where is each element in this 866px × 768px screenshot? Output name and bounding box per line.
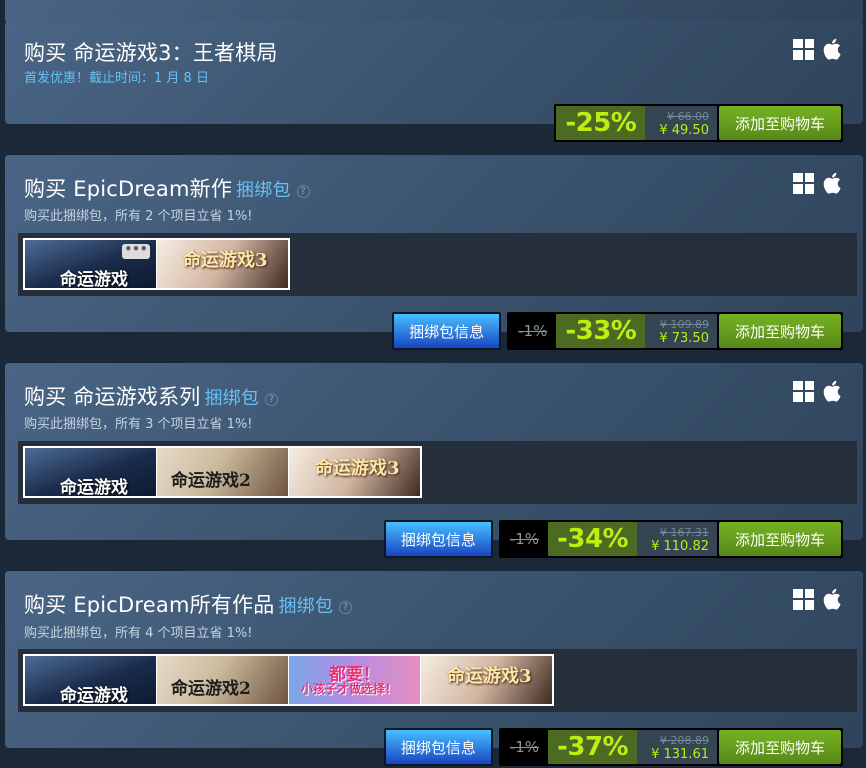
- add-to-cart-button[interactable]: 添加至购物车: [718, 522, 841, 556]
- price-stack: ¥ 208.89 ¥ 131.61: [637, 730, 717, 764]
- bundle-items-bar: 命运游戏 命运游戏2 命运游戏3: [18, 441, 857, 504]
- add-to-cart-button[interactable]: 添加至购物车: [718, 730, 841, 764]
- windows-icon: [793, 38, 814, 60]
- game-thumbnail[interactable]: 命运游戏2: [157, 448, 288, 496]
- game-thumbnail[interactable]: 命运游戏: [25, 656, 156, 704]
- bundle-card-all-works: 购买 EpicDream所有作品 捆绑包? 购买此捆绑包，所有 4 个项目立省 1…: [5, 571, 863, 766]
- bundle-info-button[interactable]: 捆绑包信息: [383, 728, 493, 766]
- bundle-discount-pct: -1%: [500, 730, 549, 764]
- discount-badge: -34%: [548, 522, 638, 556]
- game-thumbnail[interactable]: 都要！ 小孩子才做选择！: [289, 656, 420, 704]
- bundle-savings-text: 购买此捆绑包，所有 3 个项目立省 1%!: [24, 417, 253, 432]
- bundle-title: 购买 EpicDream所有作品 捆绑包?: [24, 589, 353, 619]
- price-stack: ¥ 109.89 ¥ 73.50: [645, 314, 717, 348]
- apple-icon: [823, 172, 841, 194]
- more-items-indicator[interactable]: •••: [122, 243, 150, 259]
- bundle-card-series: 购买 命运游戏系列 捆绑包? 购买此捆绑包，所有 3 个项目立省 1%! 命运游戏…: [5, 363, 863, 558]
- purchase-title: 购买 命运游戏3：王者棋局: [24, 41, 278, 65]
- game-thumbnail-subtitle: 小孩子才做选择！: [301, 682, 398, 696]
- game-thumbnail-title: 命运游戏3: [447, 666, 532, 687]
- final-price: ¥ 131.61: [651, 746, 709, 762]
- windows-icon: [793, 380, 814, 402]
- bundle-discount-pct: -1%: [500, 522, 549, 556]
- price-block: -1% -37% ¥ 208.89 ¥ 131.61 添加至购物车: [498, 728, 843, 766]
- bundle-items-bar: 命运游戏 ••• 命运游戏3: [18, 233, 857, 296]
- final-price: ¥ 49.50: [659, 122, 709, 138]
- bundle-card-epicdream-new: 购买 EpicDream新作 捆绑包? 购买此捆绑包，所有 2 个项目立省 1%!…: [5, 155, 863, 350]
- help-icon[interactable]: ?: [339, 601, 353, 614]
- bundle-word: 捆绑包: [204, 388, 260, 409]
- game-thumbnail-title: 命运游戏3: [183, 250, 268, 271]
- add-to-cart-button[interactable]: 添加至购物车: [718, 106, 841, 140]
- price-block: -1% -34% ¥ 167.31 ¥ 110.82 添加至购物车: [498, 520, 843, 558]
- game-thumbnail[interactable]: 命运游戏3: [289, 448, 420, 496]
- apple-icon: [823, 380, 841, 402]
- apple-icon: [823, 588, 841, 610]
- help-icon[interactable]: ?: [296, 185, 310, 198]
- bundle-title-text: 购买 EpicDream所有作品: [24, 593, 275, 617]
- game-thumbnail-title: 命运游戏3: [315, 458, 400, 479]
- game-thumbnail-title: 命运游戏: [60, 478, 128, 496]
- bundle-title: 购买 EpicDream新作 捆绑包?: [24, 173, 310, 203]
- game-thumbnail-title: 命运游戏: [60, 270, 128, 288]
- discount-badge: -25%: [556, 106, 646, 140]
- purchase-action-row: 捆绑包信息 -1% -33% ¥ 109.89 ¥ 73.50 添加至购物车: [392, 312, 843, 350]
- platform-icons: [793, 38, 841, 60]
- final-price: ¥ 73.50: [659, 330, 709, 346]
- previous-purchase-card: [5, 0, 863, 23]
- bundle-title-text: 购买 EpicDream新作: [24, 177, 233, 201]
- purchase-action-row: -25% ¥ 66.00 ¥ 49.50 添加至购物车: [554, 104, 843, 142]
- purchase-card-game: 购买 命运游戏3：王者棋局 首发优惠！截止时间：1 月 8 日 -25% ¥ 6…: [5, 21, 863, 142]
- platform-icons: [793, 172, 841, 194]
- purchase-action-row: 捆绑包信息 -1% -34% ¥ 167.31 ¥ 110.82 添加至购物车: [383, 520, 843, 558]
- promo-text: 首发优惠！截止时间：1 月 8 日: [24, 71, 209, 86]
- price-block: -1% -33% ¥ 109.89 ¥ 73.50 添加至购物车: [507, 312, 843, 350]
- bundle-word: 捆绑包: [278, 596, 334, 617]
- price-stack: ¥ 167.31 ¥ 110.82: [637, 522, 717, 556]
- bundle-savings-text: 购买此捆绑包，所有 4 个项目立省 1%!: [24, 626, 253, 641]
- game-thumbnail-title: 命运游戏2: [171, 679, 251, 699]
- original-price: ¥ 208.89: [660, 733, 709, 747]
- apple-icon: [823, 38, 841, 60]
- game-thumbnail[interactable]: 命运游戏3: [157, 240, 288, 288]
- game-thumbnail[interactable]: 命运游戏 •••: [25, 240, 156, 288]
- bundle-word: 捆绑包: [236, 180, 291, 201]
- discount-badge: -33%: [556, 314, 646, 348]
- bundle-title-text: 购买 命运游戏系列: [24, 385, 201, 409]
- bundle-thumbnails: 命运游戏 命运游戏2 命运游戏3: [23, 446, 422, 498]
- bundle-info-button[interactable]: 捆绑包信息: [392, 312, 502, 350]
- game-thumbnail-title: 命运游戏2: [171, 471, 251, 491]
- purchase-action-row: 捆绑包信息 -1% -37% ¥ 208.89 ¥ 131.61 添加至购物车: [383, 728, 843, 766]
- game-thumbnail[interactable]: 命运游戏3: [421, 656, 552, 704]
- discount-badge: -37%: [548, 730, 638, 764]
- final-price: ¥ 110.82: [651, 538, 709, 554]
- original-price: ¥ 66.00: [666, 109, 709, 123]
- game-thumbnail-title: 命运游戏: [60, 686, 128, 704]
- price-stack: ¥ 66.00 ¥ 49.50: [645, 106, 717, 140]
- windows-icon: [793, 172, 814, 194]
- game-thumbnail[interactable]: 命运游戏2: [157, 656, 288, 704]
- bundle-discount-pct: -1%: [509, 314, 557, 348]
- help-icon[interactable]: ?: [265, 393, 279, 406]
- add-to-cart-button[interactable]: 添加至购物车: [718, 314, 841, 348]
- original-price: ¥ 167.31: [660, 525, 709, 539]
- bundle-items-bar: 命运游戏 命运游戏2 都要！ 小孩子才做选择！ 命运游戏3: [18, 649, 857, 712]
- platform-icons: [793, 588, 841, 610]
- price-block: -25% ¥ 66.00 ¥ 49.50 添加至购物车: [554, 104, 843, 142]
- windows-icon: [793, 588, 814, 610]
- original-price: ¥ 109.89: [660, 317, 709, 331]
- game-thumbnail[interactable]: 命运游戏: [25, 448, 156, 496]
- bundle-thumbnails: 命运游戏 命运游戏2 都要！ 小孩子才做选择！ 命运游戏3: [23, 654, 554, 706]
- bundle-title: 购买 命运游戏系列 捆绑包?: [24, 381, 279, 411]
- bundle-thumbnails: 命运游戏 ••• 命运游戏3: [23, 238, 290, 290]
- bundle-savings-text: 购买此捆绑包，所有 2 个项目立省 1%!: [24, 209, 253, 224]
- platform-icons: [793, 380, 841, 402]
- bundle-info-button[interactable]: 捆绑包信息: [383, 520, 493, 558]
